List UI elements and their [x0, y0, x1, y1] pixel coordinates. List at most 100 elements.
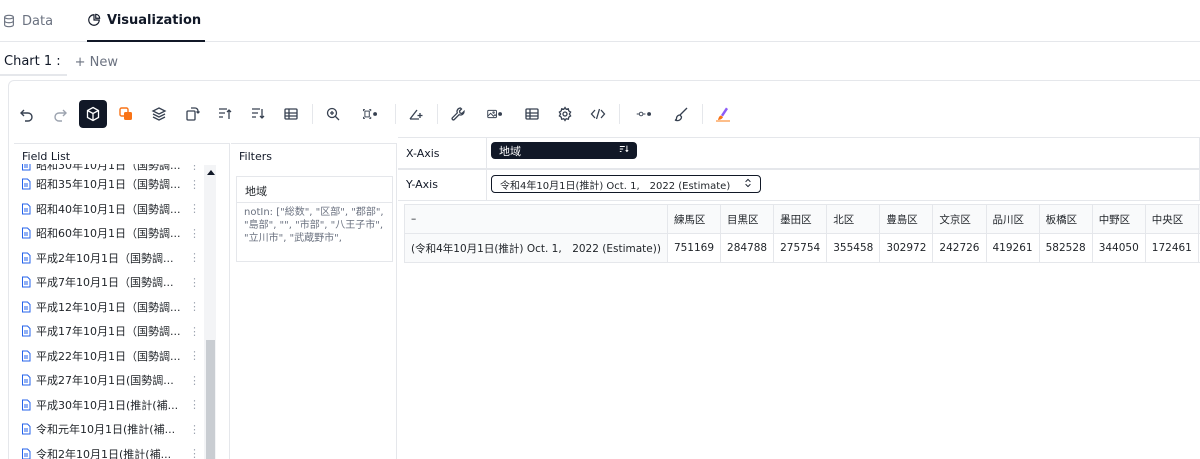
table-cell: 172461: [1144, 233, 1199, 263]
code-export-button[interactable]: [584, 100, 612, 128]
document-icon: [22, 325, 31, 337]
layer-mode-button[interactable]: [112, 100, 140, 128]
field-item[interactable]: 平成27年10月1日(国勢調... ⋮: [18, 368, 208, 393]
field-item[interactable]: 平成30年10月1日(推計(補... ⋮: [18, 393, 208, 418]
table-cell: 242726: [932, 233, 987, 263]
tools-button[interactable]: [444, 100, 472, 128]
sort-ascending-button[interactable]: [211, 100, 239, 128]
field-menu-icon[interactable]: ⋮: [189, 423, 200, 436]
link-settings-button[interactable]: [626, 100, 662, 128]
field-label: 平成7年10月1日（国勢調...: [36, 276, 174, 290]
document-icon: [22, 374, 31, 386]
field-item[interactable]: 平成12年10月1日（国勢調... ⋮: [18, 295, 208, 320]
field-menu-icon[interactable]: ⋮: [189, 300, 200, 313]
document-icon: [22, 399, 31, 411]
toolbar-separator: [702, 104, 703, 124]
background-image-button[interactable]: [477, 100, 513, 128]
undo-button[interactable]: [13, 100, 41, 128]
filters-panel: Filters 地域 notIn: ["総数", "区部", "郡部", "島部…: [231, 143, 397, 459]
x-axis-field-name: 地域: [499, 144, 521, 158]
field-label: 平成22年10月1日（国勢調...: [36, 349, 181, 363]
table-header-row: – 練馬区 目黒区 墨田区 北区 豊島区 文京区 品川区 板橋区 中野区 中央区…: [404, 204, 1200, 234]
document-icon: [22, 350, 31, 362]
redo-icon: [54, 109, 67, 122]
column-header: 北区: [826, 204, 881, 234]
field-item[interactable]: 昭和40年10月1日（国勢調... ⋮: [18, 197, 208, 222]
sort-icon[interactable]: [619, 144, 629, 157]
field-label: 平成27年10月1日(国勢調...: [36, 374, 174, 388]
undo-icon: [20, 109, 33, 122]
table-cell: 284788: [720, 233, 775, 263]
field-menu-icon[interactable]: ⋮: [189, 447, 200, 459]
field-menu-icon[interactable]: ⋮: [189, 251, 200, 264]
size-mode-button[interactable]: [352, 100, 388, 128]
field-menu-icon[interactable]: ⋮: [189, 325, 200, 338]
field-label: 令和元年10月1日(推計(補...: [36, 423, 176, 437]
column-header: 文京区: [932, 204, 987, 234]
table-cell: 302972: [879, 233, 934, 263]
table-icon: [284, 108, 298, 120]
tab-data-label: Data: [22, 13, 54, 29]
redo-button[interactable]: [46, 100, 74, 128]
field-menu-icon[interactable]: ⋮: [189, 227, 200, 240]
table-icon: [525, 108, 539, 120]
document-icon: [22, 164, 31, 171]
data-table-button[interactable]: [518, 100, 546, 128]
field-item[interactable]: 平成22年10月1日（国勢調... ⋮: [18, 344, 208, 369]
y-axis-field-pill[interactable]: 令和4年10月1日(推計) Oct. 1, 2022 (Estimate): [491, 175, 761, 193]
field-menu-icon[interactable]: ⋮: [189, 276, 200, 289]
field-item[interactable]: 令和元年10月1日(推計(補... ⋮: [18, 417, 208, 442]
new-chart-button[interactable]: + New: [75, 55, 118, 70]
column-header: 目黒区: [720, 204, 775, 234]
field-menu-icon[interactable]: ⋮: [189, 178, 200, 191]
zoom-in-icon: [326, 107, 340, 121]
paint-button[interactable]: [709, 100, 737, 128]
field-menu-icon[interactable]: ⋮: [189, 398, 200, 411]
tab-visualization[interactable]: Visualization: [87, 0, 206, 42]
field-item[interactable]: 昭和35年10月1日（国勢調... ⋮: [18, 172, 208, 197]
table-cell: 582528: [1038, 233, 1093, 263]
field-item[interactable]: 平成2年10月1日（国勢調... ⋮: [18, 246, 208, 271]
scrollbar-thumb[interactable]: [206, 340, 215, 459]
sort-ascending-icon: [219, 108, 232, 119]
filter-rule-text: notIn: ["総数", "区部", "郡部", "島部", "", "市部"…: [244, 207, 384, 244]
chevron-up-down-icon[interactable]: [744, 178, 752, 191]
field-item[interactable]: 昭和30年10月1日（国勢調... ⋮: [18, 164, 208, 172]
sort-descending-button[interactable]: [244, 100, 272, 128]
field-menu-icon[interactable]: ⋮: [189, 202, 200, 215]
image-settings-icon: [487, 109, 503, 119]
field-menu-icon[interactable]: ⋮: [189, 374, 200, 387]
field-item[interactable]: 令和2年10月1日(推計(補... ⋮: [18, 442, 208, 459]
table-cell: 419261: [985, 233, 1040, 263]
data-table: – 練馬区 目黒区 墨田区 北区 豊島区 文京区 品川区 板橋区 中野区 中央区…: [404, 204, 1200, 264]
field-menu-icon[interactable]: ⋮: [189, 349, 200, 362]
database-icon: [4, 14, 14, 28]
field-item[interactable]: 昭和60年10月1日（国勢調... ⋮: [18, 221, 208, 246]
x-axis-field-pill[interactable]: 地域: [491, 142, 637, 159]
filter-card[interactable]: 地域 notIn: ["総数", "区部", "郡部", "島部", "", "…: [236, 176, 393, 262]
rotate-icon: [186, 107, 200, 121]
field-item[interactable]: 平成17年10月1日（国勢調... ⋮: [18, 319, 208, 344]
field-menu-icon[interactable]: ⋮: [189, 164, 200, 172]
geometry-button[interactable]: [402, 100, 430, 128]
field-list-title: Field List: [22, 150, 71, 163]
document-icon: [22, 252, 31, 264]
x-axis-label: X-Axis: [406, 147, 440, 160]
painter-icon: [716, 107, 730, 122]
settings-button[interactable]: [551, 100, 579, 128]
toolbar-separator: [437, 104, 438, 124]
stack-button[interactable]: [145, 100, 173, 128]
scroll-up-icon[interactable]: [207, 170, 215, 175]
table-view-button[interactable]: [277, 100, 305, 128]
field-item[interactable]: 平成7年10月1日（国勢調... ⋮: [18, 270, 208, 295]
chart-tab-1[interactable]: Chart 1 :: [0, 48, 67, 76]
zoom-button[interactable]: [319, 100, 347, 128]
transpose-button[interactable]: [178, 100, 206, 128]
table-row: (令和4年10月1日(推計) Oct. 1, 2022 (Estimate)) …: [404, 233, 1200, 263]
cube-mode-button[interactable]: [79, 100, 107, 128]
column-header: 墨田区: [773, 204, 828, 234]
axis-divider: [486, 169, 487, 200]
brush-button[interactable]: [667, 100, 695, 128]
tab-data[interactable]: Data: [2, 0, 53, 42]
sort-descending-icon: [252, 108, 265, 119]
